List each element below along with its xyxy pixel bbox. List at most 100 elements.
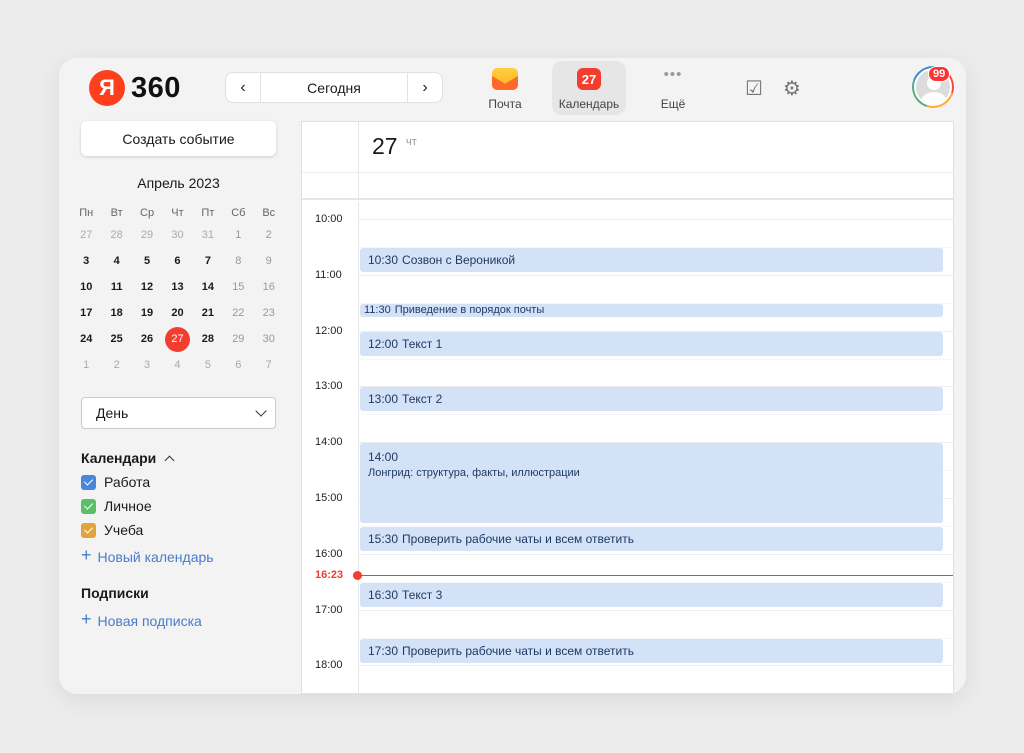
calendar-event[interactable]: 10:30 Созвон с Вероникой: [360, 247, 943, 272]
mini-calendar-day[interactable]: 1: [223, 229, 253, 241]
create-event-button[interactable]: Создать событие: [81, 121, 276, 156]
mini-calendar-day[interactable]: 9: [254, 255, 284, 267]
mini-calendar-day[interactable]: 11: [101, 281, 131, 293]
more-icon: •••: [663, 66, 683, 83]
mini-calendar-day[interactable]: 8: [223, 255, 253, 267]
event-title: Созвон с Вероникой: [402, 252, 516, 267]
mini-calendar-day[interactable]: 5: [193, 359, 223, 371]
mini-calendar-day[interactable]: 26: [132, 333, 162, 345]
all-day-row[interactable]: [302, 172, 953, 173]
mini-calendar-day[interactable]: 30: [162, 229, 192, 241]
checkbox-checked-icon[interactable]: [81, 498, 96, 514]
mini-calendar-day[interactable]: 24: [71, 333, 101, 345]
hour-label: 17:00: [315, 603, 343, 616]
mini-calendar-day[interactable]: 20: [162, 307, 192, 319]
current-time-dot: [353, 571, 362, 581]
service-more[interactable]: ••• Ещё: [636, 61, 710, 115]
service-mail[interactable]: Почта: [468, 61, 542, 115]
calendar-item-study[interactable]: Учеба: [81, 522, 143, 538]
calendar-item-personal[interactable]: Личное: [81, 498, 152, 514]
service-calendar[interactable]: 27 Календарь: [552, 61, 626, 115]
day-header: 27 чт: [302, 122, 953, 200]
mini-calendar-day[interactable]: 1: [71, 359, 101, 371]
new-subscription-link[interactable]: + Новая подписка: [81, 609, 202, 630]
event-title: Текст 2: [402, 392, 443, 407]
today-button[interactable]: Сегодня: [260, 73, 408, 102]
mini-calendar-month-title[interactable]: Апрель 2023: [81, 175, 276, 191]
mini-calendar-week: 17 18 19 20 21 22 23: [71, 300, 284, 326]
chevron-down-icon: [255, 405, 267, 417]
mini-calendar-day[interactable]: 3: [132, 359, 162, 371]
mini-calendar-day[interactable]: 30: [254, 333, 284, 345]
checkbox-checked-icon[interactable]: [81, 474, 96, 490]
mini-calendar-day[interactable]: 27: [71, 229, 101, 241]
calendar-event[interactable]: 14:00 Лонгрид: структура, факты, иллюстра…: [360, 443, 943, 524]
view-mode-select[interactable]: День: [81, 397, 276, 429]
calendar-icon: 27: [577, 68, 601, 90]
mini-calendar-day[interactable]: 28: [101, 229, 131, 241]
mini-calendar-day[interactable]: 2: [254, 229, 284, 241]
checkbox-checked-icon[interactable]: [81, 522, 96, 538]
service-label: Ещё: [660, 97, 686, 111]
event-title: Приведение в порядок почты: [394, 304, 545, 317]
next-day-button[interactable]: ›: [408, 73, 442, 102]
event-title: Проверить рабочие чаты и всем ответить: [402, 531, 634, 546]
mini-calendar-day[interactable]: 29: [223, 333, 253, 345]
mini-calendar-day[interactable]: 10: [71, 281, 101, 293]
mini-calendar-day[interactable]: 13: [162, 281, 192, 293]
mini-calendar-week: 24 25 26 27 28 29 30: [71, 326, 284, 352]
calendar-item-work[interactable]: Работа: [81, 474, 150, 490]
settings-gear-icon[interactable]: ⚙: [783, 76, 801, 101]
half-hour-line: [358, 693, 953, 694]
calendar-event[interactable]: 13:00 Текст 2: [360, 387, 943, 412]
time-grid[interactable]: 10:00 11:00 12:00 13:00 14:00 15:00 16:00 17:00…: [302, 202, 953, 694]
mini-calendar-day[interactable]: 17: [71, 307, 101, 319]
hour-label: 11:00: [315, 268, 342, 281]
tasks-checkbox-icon[interactable]: ☑: [745, 76, 763, 101]
mini-calendar-day[interactable]: 7: [193, 255, 223, 267]
mini-calendar-day[interactable]: 25: [101, 333, 131, 345]
mini-calendar-day[interactable]: 6: [162, 255, 192, 267]
mini-calendar-day[interactable]: 12: [132, 281, 162, 293]
mini-calendar-day[interactable]: 15: [223, 281, 253, 293]
mini-calendar-day[interactable]: 27: [162, 326, 192, 352]
event-title: Лонгрид: структура, факты, иллюстрации: [368, 467, 580, 480]
event-time: 11:30: [364, 304, 391, 317]
mini-calendar-day[interactable]: 16: [254, 281, 284, 293]
mini-calendar-day[interactable]: 22: [223, 307, 253, 319]
calendar-label: Личное: [104, 498, 152, 514]
calendar-event[interactable]: 15:30 Проверить рабочие чаты и всем ответ…: [360, 526, 943, 551]
mail-icon: [492, 68, 518, 90]
mini-calendar-day[interactable]: 4: [101, 255, 131, 267]
new-calendar-link[interactable]: + Новый календарь: [81, 545, 214, 566]
weekday-label: Вс: [262, 207, 276, 219]
mini-calendar-day[interactable]: 3: [71, 255, 101, 267]
day-number: 27: [372, 133, 398, 159]
hour-label: 15:00: [315, 492, 343, 504]
calendar-event[interactable]: 12:00 Текст 1: [360, 331, 943, 356]
mini-calendar-day[interactable]: 14: [193, 281, 223, 293]
mini-calendar-day[interactable]: 23: [254, 307, 284, 319]
calendars-section-toggle[interactable]: Календари: [81, 450, 175, 466]
mini-calendar-day[interactable]: 31: [193, 229, 223, 241]
mini-calendar-day[interactable]: 5: [132, 255, 162, 267]
mini-calendar-day[interactable]: 2: [101, 359, 131, 371]
mini-calendar-today: 27: [164, 326, 190, 352]
calendar-event[interactable]: 17:30 Проверить рабочие чаты и всем ответ…: [360, 638, 943, 663]
calendar-event[interactable]: 11:30 Приведение в порядок почты: [360, 303, 943, 317]
mini-calendar-day[interactable]: 21: [193, 307, 223, 319]
event-time: 17:30: [368, 643, 399, 658]
event-title: Текст 3: [402, 587, 443, 602]
prev-day-button[interactable]: ‹: [226, 73, 260, 102]
mini-calendar-day[interactable]: 18: [101, 307, 131, 319]
current-time-line: [358, 575, 953, 577]
mini-calendar-day[interactable]: 29: [132, 229, 162, 241]
mini-calendar-day[interactable]: 28: [193, 333, 223, 345]
calendars-title: Календари: [81, 450, 157, 466]
calendar-event[interactable]: 16:30 Текст 3: [360, 582, 943, 607]
mini-calendar-day[interactable]: 6: [223, 359, 253, 371]
yandex-360-logo[interactable]: Я 360: [89, 70, 181, 106]
mini-calendar-day[interactable]: 19: [132, 307, 162, 319]
mini-calendar-day[interactable]: 7: [254, 359, 284, 371]
mini-calendar-day[interactable]: 4: [162, 359, 192, 371]
